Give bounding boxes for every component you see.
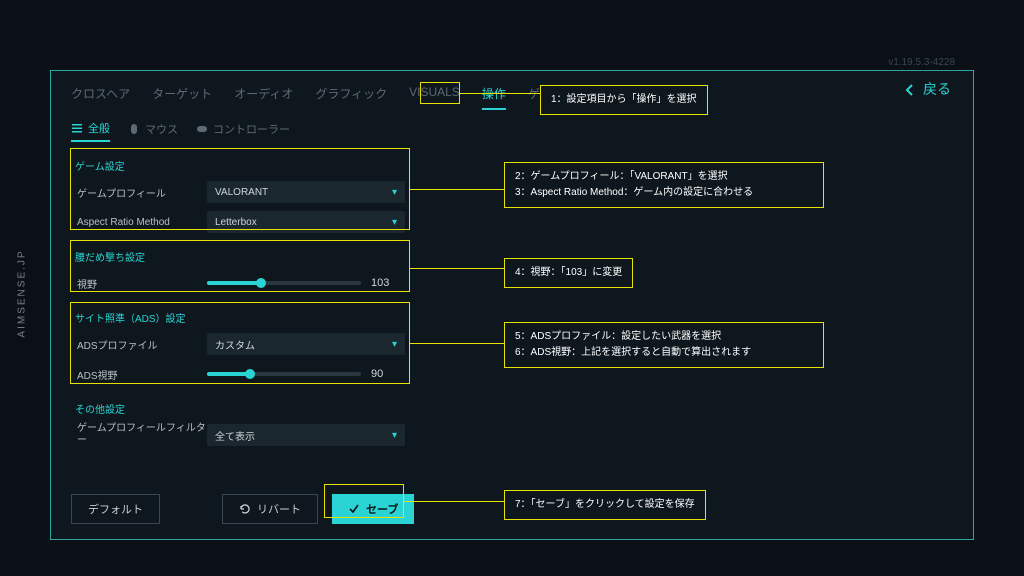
group-header-ads: サイト照準（ADS）設定 (75, 310, 411, 325)
label-ads-profile: ADSプロファイル (77, 337, 207, 352)
connector-7 (404, 501, 504, 502)
callout-5-line2: 6：ADS視野：上記を選択すると自動で算出されます (515, 345, 813, 361)
dropdown-aspect[interactable]: Letterbox ▾ (207, 211, 405, 233)
dropdown-game-profile-value: VALORANT (215, 187, 268, 198)
dropdown-aspect-value: Letterbox (215, 217, 257, 228)
chevron-down-icon: ▾ (392, 187, 397, 198)
chevron-down-icon: ▾ (392, 217, 397, 228)
default-button-label: デフォルト (88, 501, 143, 517)
slider-fov[interactable] (207, 281, 361, 285)
mouse-icon (128, 123, 140, 135)
chevron-down-icon: ▾ (392, 430, 397, 441)
callout-5: 5：ADSプロファイル：設定したい武器を選択 6：ADS視野：上記を選択すると自… (504, 322, 824, 368)
app-window: v1.19.5.3-4228 戻る クロスヘア ターゲット オーディオ グラフィ… (50, 70, 974, 540)
subtab-controller[interactable]: コントローラー (196, 120, 290, 142)
group-header-other: その他設定 (75, 401, 411, 416)
group-header-hipfire: 腰だめ撃ち設定 (75, 249, 411, 264)
label-fov: 視野 (77, 276, 207, 291)
connector-2 (410, 189, 504, 190)
gamepad-icon (196, 123, 208, 135)
watermark: AIMSENSE.JP (17, 249, 28, 337)
slider-ads-fov[interactable] (207, 372, 361, 376)
back-button[interactable]: 戻る (905, 79, 951, 99)
tab-visuals[interactable]: VISUALS (409, 85, 460, 110)
save-button-label: セーブ (366, 501, 398, 517)
save-button[interactable]: セーブ (332, 494, 414, 524)
dropdown-filter-value: 全て表示 (215, 428, 255, 443)
tab-target[interactable]: ターゲット (152, 85, 212, 110)
sub-tabs: 全般 マウス コントローラー (71, 120, 953, 142)
dropdown-filter[interactable]: 全て表示 ▾ (207, 424, 405, 446)
settings-panel: ゲーム設定 ゲームプロフィール VALORANT ▾ Aspect Ratio … (71, 152, 411, 482)
dropdown-ads-profile-value: カスタム (215, 337, 255, 352)
tab-control[interactable]: 操作 (482, 85, 506, 110)
callout-2: 2：ゲームプロフィール：「VALORANT」を選択 3：Aspect Ratio… (504, 162, 824, 208)
row-game-profile: ゲームプロフィール VALORANT ▾ (71, 177, 411, 207)
subtab-controller-label: コントローラー (213, 121, 290, 137)
label-ads-fov: ADS視野 (77, 367, 207, 382)
label-filter: ゲームプロフィールフィルター (77, 423, 207, 447)
tab-crosshair[interactable]: クロスヘア (71, 85, 130, 110)
label-aspect: Aspect Ratio Method (77, 217, 207, 228)
version-label: v1.19.5.3-4228 (888, 57, 955, 68)
back-label: 戻る (923, 81, 951, 97)
callout-1: 1：設定項目から「操作」を選択 (540, 85, 708, 115)
subtab-general[interactable]: 全般 (71, 120, 110, 142)
main-tabs: クロスヘア ターゲット オーディオ グラフィック VISUALS 操作 ゲーム … (71, 85, 953, 110)
check-icon (348, 503, 360, 515)
callout-4: 4：視野：「103」に変更 (504, 258, 633, 288)
callout-5-line1: 5：ADSプロファイル：設定したい武器を選択 (515, 329, 813, 345)
row-ads-profile: ADSプロファイル カスタム ▾ (71, 329, 411, 359)
connector-1 (460, 93, 540, 94)
revert-button[interactable]: リバート (222, 494, 318, 524)
tab-audio[interactable]: オーディオ (234, 85, 293, 110)
row-filter: ゲームプロフィールフィルター 全て表示 ▾ (71, 420, 411, 450)
value-fov: 103 (371, 277, 405, 289)
connector-4 (410, 268, 504, 269)
row-ads-fov: ADS視野 90 (71, 359, 411, 389)
dropdown-ads-profile[interactable]: カスタム ▾ (207, 333, 405, 355)
group-header-game: ゲーム設定 (75, 158, 411, 173)
chevron-left-icon (905, 84, 915, 96)
connector-5 (410, 343, 504, 344)
sliders-icon (71, 122, 83, 134)
revert-button-label: リバート (257, 501, 301, 517)
subtab-mouse[interactable]: マウス (128, 120, 178, 142)
refresh-icon (239, 503, 251, 515)
row-aspect: Aspect Ratio Method Letterbox ▾ (71, 207, 411, 237)
label-game-profile: ゲームプロフィール (77, 185, 207, 200)
value-ads-fov: 90 (371, 368, 405, 380)
subtab-general-label: 全般 (88, 120, 110, 136)
tab-graphics[interactable]: グラフィック (315, 85, 387, 110)
chevron-down-icon: ▾ (392, 339, 397, 350)
callout-7: 7：「セーブ」をクリックして設定を保存 (504, 490, 706, 520)
subtab-mouse-label: マウス (145, 121, 178, 137)
row-fov: 視野 103 (71, 268, 411, 298)
dropdown-game-profile[interactable]: VALORANT ▾ (207, 181, 405, 203)
default-button[interactable]: デフォルト (71, 494, 160, 524)
callout-2-line2: 3：Aspect Ratio Method：ゲーム内の設定に合わせる (515, 185, 813, 201)
callout-2-line1: 2：ゲームプロフィール：「VALORANT」を選択 (515, 169, 813, 185)
